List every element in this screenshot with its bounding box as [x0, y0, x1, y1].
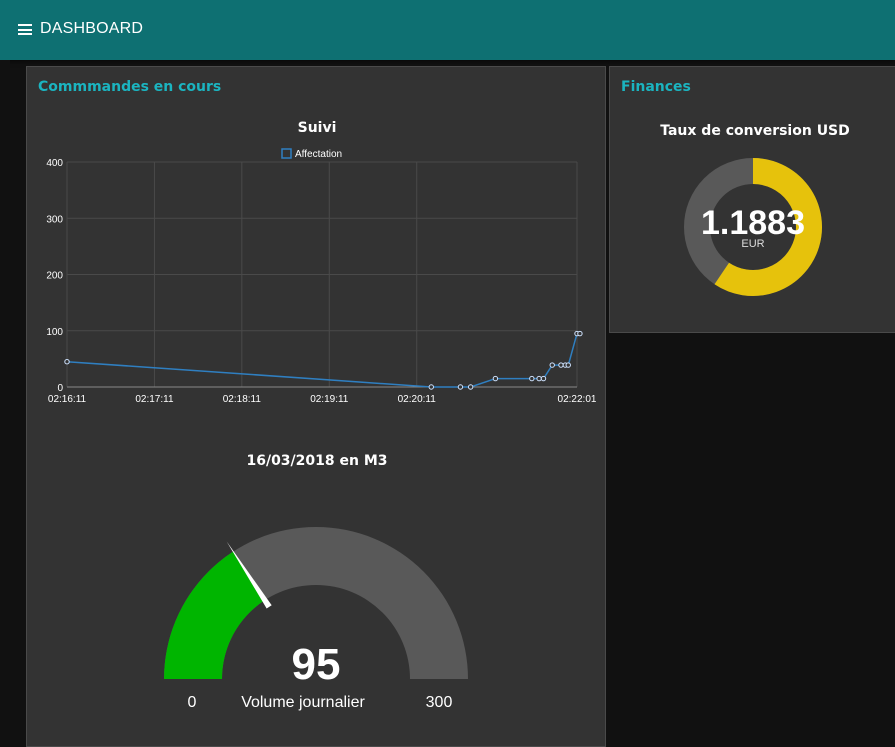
line-point — [536, 375, 542, 382]
donut-unit: EUR — [741, 238, 764, 250]
x-tick-label: 02:18:11 — [223, 394, 262, 405]
series-line-affectation — [66, 332, 580, 388]
y-tick-label: 300 — [46, 214, 63, 225]
hamburger-menu-icon[interactable] — [18, 24, 32, 35]
x-tick-label: 02:19:11 — [310, 394, 349, 405]
y-tick-label: 100 — [46, 327, 63, 338]
x-tick-label: 02:20:11 — [398, 394, 437, 405]
group-title-commandes: Commmandes en cours — [38, 79, 222, 95]
line-point — [577, 330, 583, 337]
x-tick-label: 02:16:11 — [48, 394, 87, 405]
line-point — [529, 375, 535, 382]
group-title-finances: Finances — [621, 79, 691, 95]
group-commandes: Commmandes en cours Suivi Affectation 0 1… — [26, 66, 606, 747]
line-chart-title: Suivi — [297, 120, 337, 136]
line-point — [428, 384, 434, 390]
line-point — [64, 358, 70, 365]
dashboard-title: DASHBOARD — [40, 20, 144, 37]
y-tick-label: 0 — [57, 383, 63, 394]
legend-label: Affectation — [295, 149, 342, 160]
line-point — [540, 375, 547, 382]
gauge-chart: 95 0 Volume journalier 300 — [164, 527, 468, 711]
x-tick-label: 02:17:11 — [135, 394, 174, 405]
donut-chart: 1.1883 EUR — [684, 158, 822, 296]
donut-title: Taux de conversion USD — [660, 123, 850, 139]
line-point — [549, 362, 555, 368]
gauge-max-label: 300 — [426, 694, 453, 711]
gauge-label: Volume journalier — [241, 694, 365, 711]
group-finances: Finances Taux de conversion USD 1.1883 E… — [609, 66, 895, 333]
line-point — [457, 384, 464, 390]
left-gutter — [0, 60, 10, 747]
donut-value: 1.1883 — [701, 204, 805, 242]
top-toolbar: DASHBOARD — [0, 0, 895, 60]
legend-swatch[interactable] — [281, 148, 292, 159]
x-tick-label: 02:22:01 — [558, 394, 597, 405]
line-point — [492, 375, 499, 382]
gauge-min-label: 0 — [188, 694, 197, 711]
gauge-value: 95 — [292, 640, 341, 689]
y-tick-label: 400 — [46, 158, 63, 169]
line-chart: Affectation 0 100 200 300 400 02:16:11 02:17:1… — [46, 148, 597, 405]
line-point — [558, 362, 564, 368]
y-tick-label: 200 — [46, 271, 63, 282]
line-point — [565, 362, 571, 368]
line-point — [467, 384, 474, 390]
